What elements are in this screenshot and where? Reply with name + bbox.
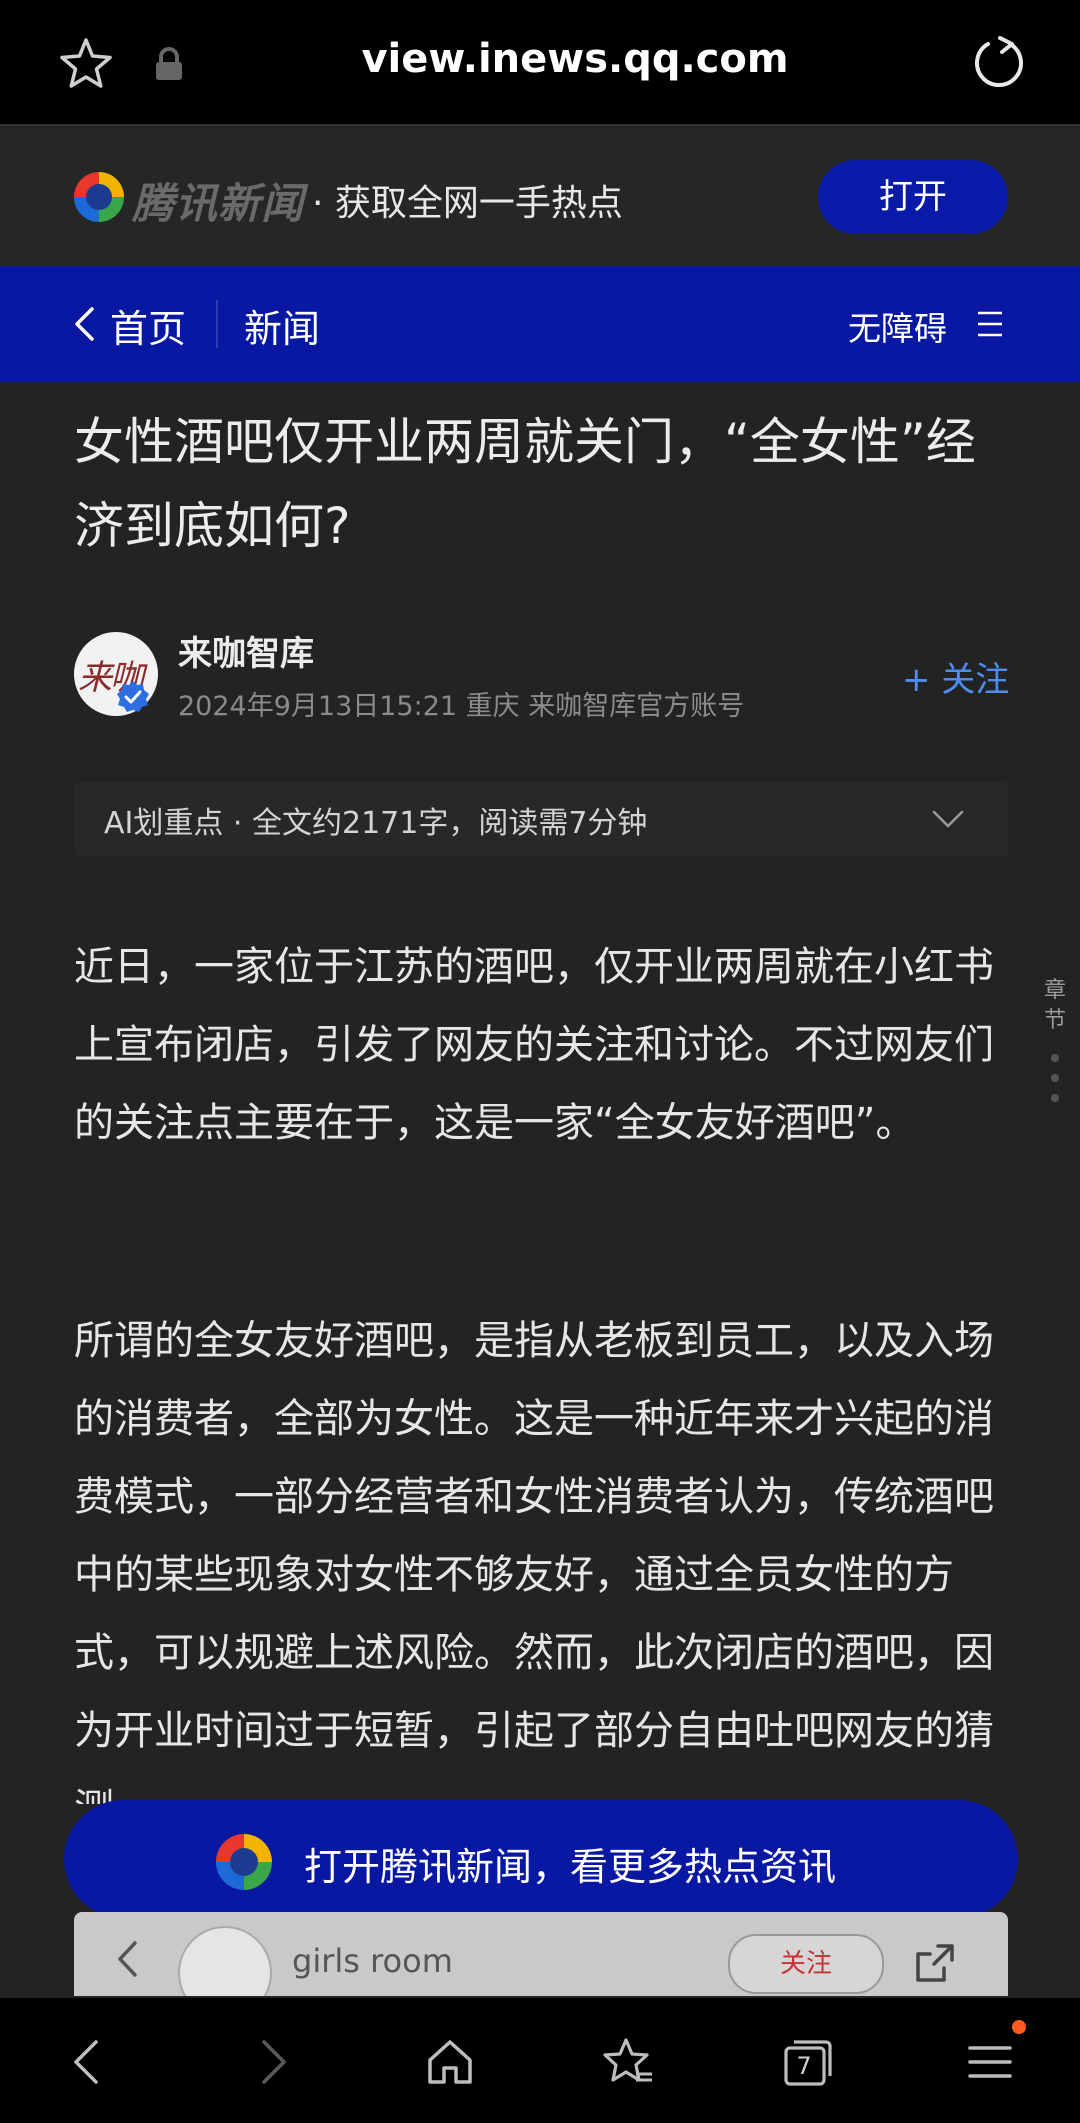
tencent-news-logo-icon [216, 1834, 272, 1890]
share-icon[interactable] [914, 1942, 956, 1984]
floating-cta-label: 打开腾讯新闻，看更多热点资讯 [304, 1845, 837, 1889]
chapter-dots [1040, 1054, 1070, 1102]
article-title: 女性酒吧仅开业两周就关门，“全女性”经济到底如何? [74, 413, 976, 555]
forward-icon[interactable] [246, 2036, 298, 2088]
tabs-button[interactable]: 7 [782, 2036, 834, 2088]
hamburger-menu-icon[interactable] [964, 2036, 1016, 2088]
article-paragraph: 近日，一家位于江苏的酒吧，仅开业两周就在小红书上宣布闭店，引发了网友的关注和讨论… [74, 944, 994, 1146]
article-paragraph: 所谓的全女友好酒吧，是指从老板到员工，以及入场的消费者，全部为女性。这是一种近年… [74, 1318, 994, 1804]
chapter-dot [1051, 1094, 1059, 1102]
reload-icon[interactable] [970, 34, 1028, 92]
tab-count: 7 [796, 2052, 812, 2080]
profile-name[interactable]: girls room [292, 1942, 453, 1980]
author-name[interactable]: 来咖智库 [178, 626, 314, 675]
open-app-floating-button[interactable]: 打开腾讯新闻，看更多热点资讯 [64, 1800, 1018, 1918]
chapter-label: 章节 [1043, 978, 1066, 1033]
chapter-dot [1051, 1054, 1059, 1062]
browser-url-bar: view.inews.qq.com [0, 0, 1080, 124]
follow-button[interactable]: + 关注 [902, 652, 1009, 701]
embedded-profile-card: girls room 关注 [74, 1912, 1008, 1996]
chevron-left-icon[interactable] [116, 1940, 138, 1978]
browser-toolbar: 7 [0, 1998, 1080, 2123]
home-icon[interactable] [424, 2036, 476, 2088]
bookmarks-icon[interactable] [602, 2036, 654, 2088]
chapter-dot [1051, 1074, 1059, 1082]
verified-badge-icon [117, 681, 149, 712]
nav-divider [216, 300, 218, 348]
chevron-down-icon[interactable] [932, 808, 964, 830]
menu-icon[interactable] [976, 310, 1004, 338]
news-section-link[interactable]: 新闻 [244, 298, 320, 353]
chevron-left-icon[interactable] [72, 306, 96, 342]
profile-follow-button[interactable]: 关注 [728, 1934, 884, 1994]
notification-dot [1012, 2020, 1026, 2034]
url-text[interactable]: view.inews.qq.com [0, 36, 1080, 82]
back-icon[interactable] [62, 2036, 114, 2088]
open-app-button[interactable]: 打开 [818, 160, 1008, 234]
ai-summary-label: AI划重点 · 全文约2171字，阅读需7分钟 [104, 806, 648, 841]
profile-avatar[interactable] [178, 1926, 272, 1996]
app-promo-bar: 腾讯新闻 · 获取全网一手热点 打开 [0, 124, 1080, 268]
accessibility-link[interactable]: 无障碍 [848, 302, 947, 350]
promo-slogan: · 获取全网一手热点 [312, 183, 623, 224]
brand-name: 腾讯新闻 [132, 179, 305, 228]
chapter-navigator[interactable]: 章节 [1040, 976, 1070, 1114]
author-avatar[interactable]: 来咖 [74, 632, 158, 716]
home-link[interactable]: 首页 [110, 298, 186, 353]
section-nav-bar: 首页 新闻 无障碍 [0, 266, 1080, 382]
tencent-news-logo-icon [74, 172, 124, 222]
ai-summary-box[interactable]: AI划重点 · 全文约2171字，阅读需7分钟 [74, 782, 1008, 856]
article-meta: 2024年9月13日15:21 重庆 来咖智库官方账号 [178, 691, 745, 722]
